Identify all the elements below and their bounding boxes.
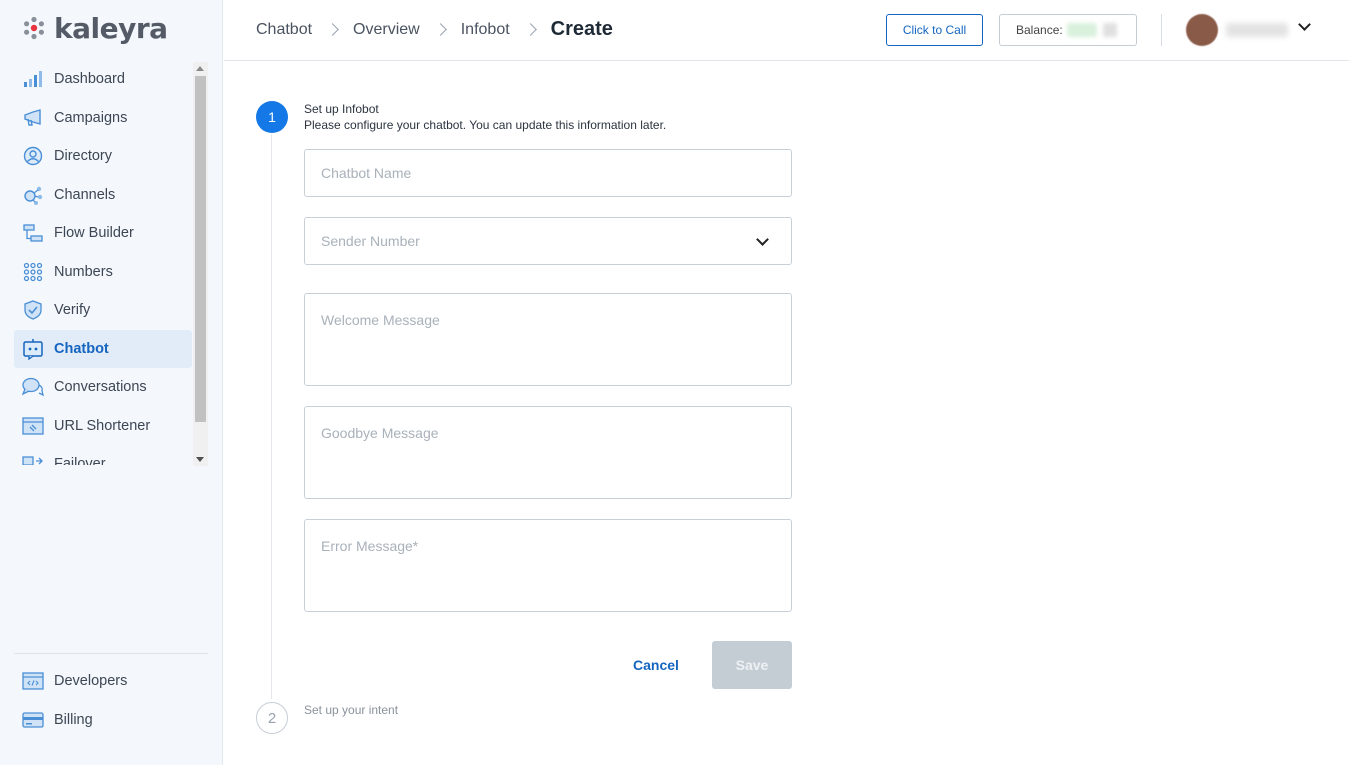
sidebar-item-conversations[interactable]: Conversations [14,368,192,407]
sidebar-divider [14,653,208,654]
balance-extra-redacted [1102,23,1117,37]
flow-builder-icon [22,222,44,244]
step-1-indicator: 1 [256,101,288,133]
welcome-message-input[interactable] [305,294,791,385]
balance-value-redacted [1066,23,1097,37]
click-to-call-button[interactable]: Click to Call [886,14,983,46]
scrollbar-thumb[interactable] [195,76,206,422]
shield-check-icon [22,299,44,321]
sidebar-item-label: Verify [54,302,91,319]
megaphone-icon [22,107,44,129]
sidebar-scrollbar[interactable] [193,62,208,466]
sidebar-item-label: Campaigns [54,109,128,126]
balance-label: Balance: [1016,23,1063,37]
header-divider [1161,14,1162,46]
sidebar-item-label: Failover [54,456,106,465]
sidebar-item-label: Directory [54,148,113,165]
sidebar-item-url-shortener[interactable]: URL Shortener [14,407,192,446]
goodbye-message-input[interactable] [305,407,791,498]
sidebar-item-dashboard[interactable]: Dashboard [14,60,192,99]
error-message-field[interactable] [304,519,792,612]
chevron-right-icon [523,23,537,36]
chevron-right-icon [326,23,339,36]
kaleyra-logo-icon [22,16,46,40]
sidebar-item-label: Flow Builder [54,225,134,242]
sidebar-item-developers[interactable]: Developers [14,662,192,701]
top-header: Chatbot Overview Infobot Create Click to… [224,0,1349,61]
code-icon [22,670,44,692]
step-2-indicator: 2 [256,702,288,734]
chatbot-name-input[interactable] [305,150,791,196]
sidebar-item-flow-builder[interactable]: Flow Builder [14,214,192,253]
sidebar-item-label: Conversations [54,379,147,396]
sidebar-item-label: Dashboard [54,71,125,88]
page-title: Create [550,18,613,40]
scroll-up-arrow-icon[interactable] [196,66,204,71]
app-root: kaleyra Dashboard Campaigns Directory Ch… [0,0,1349,765]
sender-number-placeholder: Sender Number [321,233,420,249]
sidebar-item-verify[interactable]: Verify [14,291,192,330]
channels-icon [22,184,44,206]
credit-card-icon [22,709,44,731]
avatar[interactable] [1186,14,1218,46]
sidebar: kaleyra Dashboard Campaigns Directory Ch… [0,0,223,765]
link-icon [22,415,44,437]
breadcrumb-infobot[interactable]: Infobot [461,21,510,39]
sender-number-select[interactable]: Sender Number [304,217,792,265]
chevron-down-icon[interactable] [1298,18,1311,31]
sidebar-item-label: Billing [54,711,93,728]
breadcrumb: Chatbot Overview Infobot Create [256,18,613,41]
chat-bubbles-icon [22,376,44,398]
chevron-right-icon [433,23,447,36]
welcome-message-field[interactable] [304,293,792,386]
sidebar-item-label: Channels [54,186,116,203]
stepper-line [271,134,272,699]
step-1-title: Set up Infobot [304,102,379,116]
brand-logo[interactable]: kaleyra [22,11,168,45]
sidebar-item-label: URL Shortener [54,417,151,434]
sidebar-item-label: Numbers [54,263,113,280]
sidebar-item-directory[interactable]: Directory [14,137,192,176]
chevron-down-icon[interactable] [756,233,769,246]
failover-icon [22,453,44,465]
brand-name: kaleyra [54,11,168,45]
sidebar-item-label: Chatbot [54,340,109,357]
chatbot-name-field[interactable] [304,149,792,197]
balance-box[interactable]: Balance: [999,14,1137,46]
sidebar-item-failover[interactable]: Failover [14,445,192,465]
username-redacted[interactable] [1226,23,1288,37]
sidebar-item-billing[interactable]: Billing [14,701,192,740]
sidebar-item-numbers[interactable]: Numbers [14,253,192,292]
sidebar-item-channels[interactable]: Channels [14,176,192,215]
sidebar-bottom-nav: Developers Billing [14,662,208,739]
sidebar-item-chatbot[interactable]: Chatbot [14,329,192,368]
breadcrumb-overview[interactable]: Overview [353,21,420,39]
step-1-subtitle: Please configure your chatbot. You can u… [304,118,667,132]
cancel-button[interactable]: Cancel [620,641,692,689]
step-2-title: Set up your intent [304,703,399,717]
scroll-down-arrow-icon[interactable] [196,457,204,462]
sidebar-item-label: Developers [54,673,128,690]
sidebar-item-campaigns[interactable]: Campaigns [14,99,192,138]
sidebar-nav: Dashboard Campaigns Directory Channels F… [14,60,208,465]
numbers-grid-icon [22,261,44,283]
breadcrumb-chatbot[interactable]: Chatbot [256,21,312,39]
chatbot-icon [22,338,44,360]
save-button[interactable]: Save [712,641,792,689]
dashboard-icon [22,68,44,90]
goodbye-message-field[interactable] [304,406,792,499]
error-message-input[interactable] [305,520,791,611]
directory-icon [22,145,44,167]
